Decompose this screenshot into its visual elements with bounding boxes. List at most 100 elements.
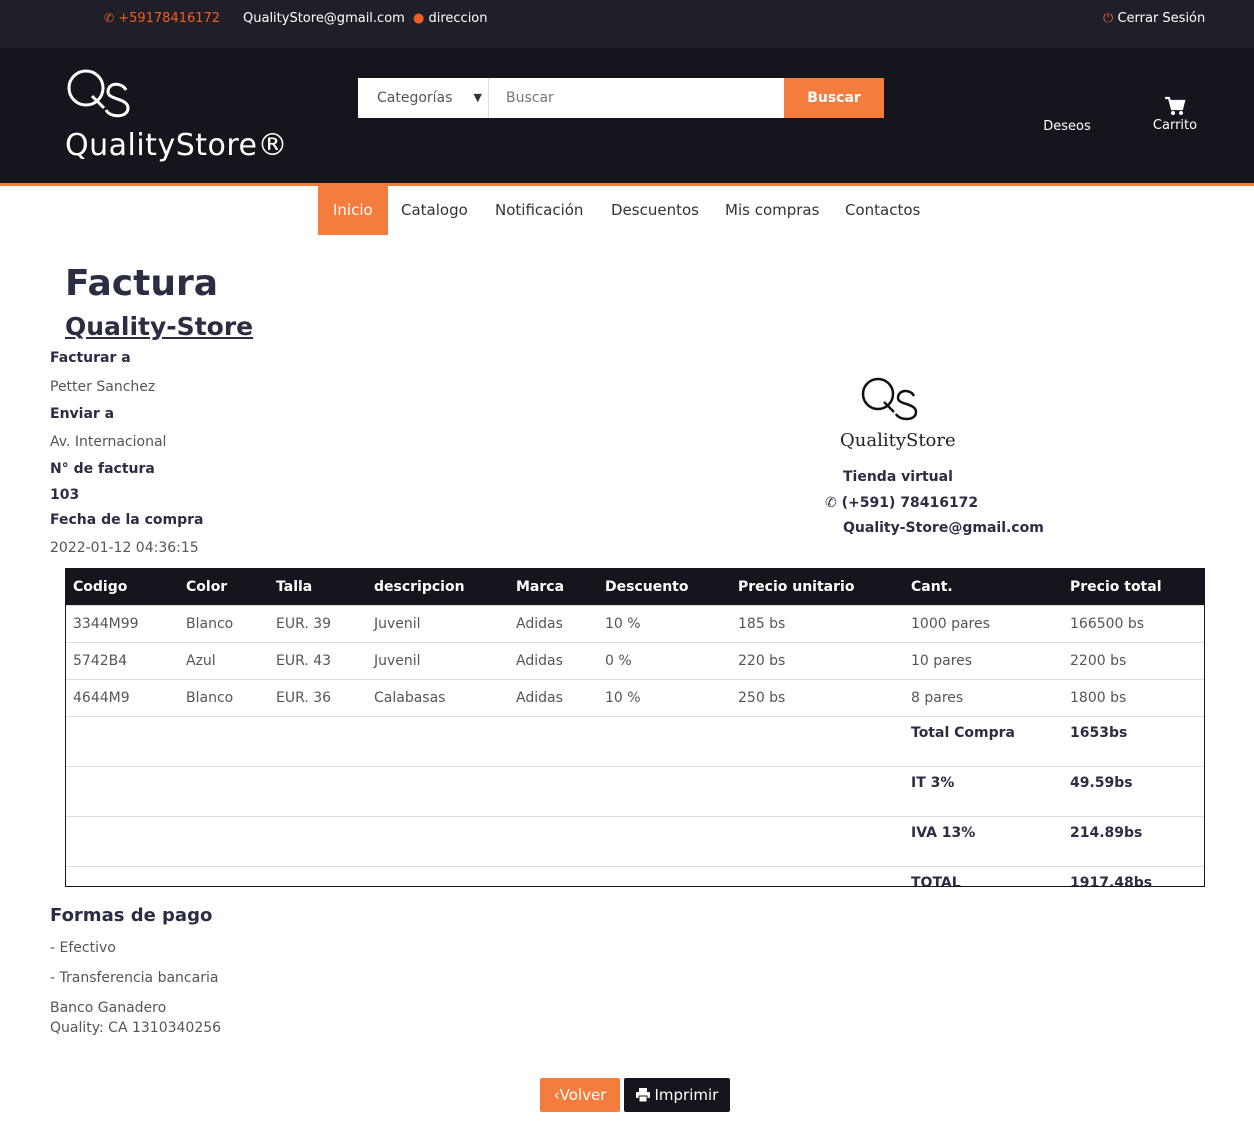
column-header: Precio total <box>1062 568 1205 606</box>
company-phone-text: (+591) 78416172 <box>841 495 979 511</box>
column-header: descripcion <box>366 568 508 606</box>
email-link[interactable]: QualityStore@gmail.com <box>243 11 405 26</box>
payment-title: Formas de pago <box>50 905 213 926</box>
payment-method: - Transferencia bancaria <box>50 970 219 986</box>
summary-value: 214.89bs <box>1062 816 1205 867</box>
table-cell: Juvenil <box>366 605 508 643</box>
tab-contactos[interactable]: Contactos <box>830 186 935 235</box>
company-logo-icon <box>861 377 918 421</box>
invoice-table: Codigo Color Talla descripcion Marca Des… <box>65 568 1205 916</box>
summary-value: 1653bs <box>1062 716 1205 767</box>
search-button[interactable]: Buscar <box>784 78 884 118</box>
column-header: Color <box>178 568 268 606</box>
phone-link[interactable]: ✆ +59178416172 <box>104 11 220 26</box>
store-name: Quality-Store <box>65 312 254 341</box>
company-logo-text: QualityStore <box>840 430 956 451</box>
column-header: Marca <box>508 568 597 606</box>
cart-link[interactable]: Carrito <box>1150 96 1200 133</box>
wishlist-label: Deseos <box>1043 119 1091 134</box>
table-cell: 2200 bs <box>1062 642 1205 680</box>
category-select[interactable]: Categorías ▼ <box>358 78 489 118</box>
tab-catalogo[interactable]: Catalogo <box>386 186 483 235</box>
tab-inicio[interactable]: Inicio <box>318 186 388 235</box>
table-cell: 1800 bs <box>1062 679 1205 717</box>
table-cell: Blanco <box>178 679 268 717</box>
table-cell: 10 pares <box>903 642 1062 680</box>
column-header: Talla <box>268 568 366 606</box>
bill-to-value: Petter Sanchez <box>50 379 156 395</box>
table-cell: 10 % <box>597 605 730 643</box>
purchase-date-label: Fecha de la compra <box>50 512 204 528</box>
company-email: Quality-Store@gmail.com <box>843 520 1044 536</box>
tab-mis-compras[interactable]: Mis compras <box>710 186 834 235</box>
table-cell: 250 bs <box>730 679 903 717</box>
address-text: direccion <box>428 11 488 26</box>
back-button[interactable]: ‹Volver <box>540 1078 620 1112</box>
table-cell: Blanco <box>178 605 268 643</box>
ship-to-value: Av. Internacional <box>50 434 167 450</box>
table-cell: 185 bs <box>730 605 903 643</box>
summary-label: IT 3% <box>903 766 1062 817</box>
table-cell: Juvenil <box>366 642 508 680</box>
purchase-date-value: 2022-01-12 04:36:15 <box>50 540 199 556</box>
table-cell: Adidas <box>508 642 597 680</box>
logout-link[interactable]: ⏻ Cerrar Sesión <box>1103 11 1205 26</box>
header: QualityStore® Categorías ▼ Buscar Deseos… <box>0 48 1254 186</box>
logout-text: Cerrar Sesión <box>1117 11 1206 26</box>
brand-name[interactable]: QualityStore® <box>65 128 288 163</box>
chevron-down-icon: ▼ <box>473 91 482 104</box>
power-icon: ⏻ <box>1103 11 1114 26</box>
table-row: 4644M9 Blanco EUR. 36 Calabasas Adidas 1… <box>65 679 1205 717</box>
table-cell: 8 pares <box>903 679 1062 717</box>
search-bar: Categorías ▼ Buscar <box>358 78 884 118</box>
category-value: Categorías <box>377 90 453 106</box>
summary-row: TOTAL 1917.48bs <box>65 866 1205 916</box>
printer-icon <box>635 1088 650 1103</box>
column-header: Cant. <box>903 568 1062 606</box>
logo-icon[interactable] <box>64 66 134 120</box>
cart-label: Carrito <box>1152 118 1198 133</box>
summary-row: Total Compra 1653bs <box>65 716 1205 767</box>
tab-descuentos[interactable]: Descuentos <box>596 186 714 235</box>
summary-label: TOTAL <box>903 866 1062 916</box>
table-cell: Azul <box>178 642 268 680</box>
print-button[interactable]: Imprimir <box>624 1078 730 1112</box>
invoice-number-value: 103 <box>50 487 80 503</box>
company-type: Tienda virtual <box>843 469 953 485</box>
table-cell: EUR. 36 <box>268 679 366 717</box>
table-cell: 0 % <box>597 642 730 680</box>
wishlist-link[interactable]: Deseos <box>1040 119 1094 134</box>
tab-notificacion[interactable]: Notificación <box>480 186 598 235</box>
company-phone: ✆ (+591) 78416172 <box>825 495 978 511</box>
summary-value: 1917.48bs <box>1062 866 1205 916</box>
main-nav: Inicio Catalogo Notificación Descuentos … <box>0 186 1254 236</box>
page-title: Factura <box>65 263 218 304</box>
phone-icon: ✆ <box>825 495 837 511</box>
table-cell: Adidas <box>508 679 597 717</box>
bill-to-label: Facturar a <box>50 350 131 366</box>
search-input[interactable] <box>490 78 784 118</box>
table-cell: 1000 pares <box>903 605 1062 643</box>
table-cell: Calabasas <box>366 679 508 717</box>
table-cell: 10 % <box>597 679 730 717</box>
column-header: Descuento <box>597 568 730 606</box>
column-header: Precio unitario <box>730 568 903 606</box>
table-cell: 166500 bs <box>1062 605 1205 643</box>
table-cell: 3344M99 <box>65 605 178 643</box>
summary-value: 49.59bs <box>1062 766 1205 817</box>
table-row: 3344M99 Blanco EUR. 39 Juvenil Adidas 10… <box>65 605 1205 643</box>
table-cell: Adidas <box>508 605 597 643</box>
summary-row: IVA 13% 214.89bs <box>65 816 1205 867</box>
bank-name: Banco Ganadero <box>50 1000 167 1016</box>
phone-text: +59178416172 <box>118 11 221 26</box>
map-marker-icon: ● <box>413 11 425 26</box>
summary-row: IT 3% 49.59bs <box>65 766 1205 817</box>
bank-account: Quality: CA 1310340256 <box>50 1020 222 1036</box>
summary-label: Total Compra <box>903 716 1062 767</box>
invoice-number-label: N° de factura <box>50 461 155 477</box>
table-cell: EUR. 43 <box>268 642 366 680</box>
top-bar: ✆ +59178416172 QualityStore@gmail.com ● … <box>0 0 1254 48</box>
table-cell: 4644M9 <box>65 679 178 717</box>
address-link[interactable]: ● direccion <box>413 11 488 26</box>
back-label: Volver <box>559 1086 607 1104</box>
